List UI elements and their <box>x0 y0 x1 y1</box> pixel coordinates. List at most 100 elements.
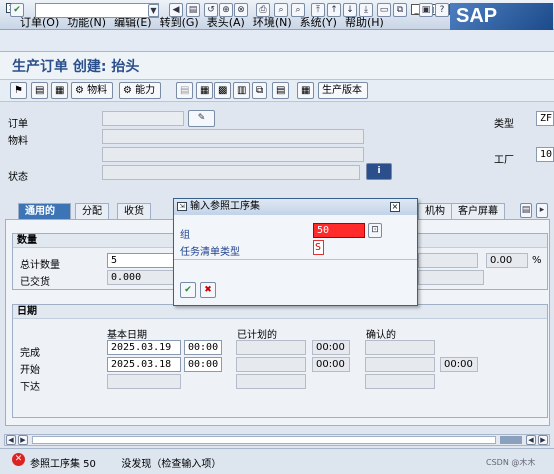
command-dropdown-icon[interactable]: ▼ <box>148 4 159 17</box>
shortcut-icon[interactable]: ⧉ <box>393 3 407 17</box>
print-icon[interactable]: ⎙ <box>256 3 270 17</box>
scroll-right-icon[interactable]: ▶ <box>538 435 548 445</box>
start-confirmed-date <box>365 357 435 372</box>
operations-icon-button[interactable]: ▤ <box>31 82 49 99</box>
capacity-label: 能力 <box>135 85 156 96</box>
tab-assignment[interactable]: 分配 <box>75 203 109 219</box>
save-icon[interactable]: ▤ <box>186 3 200 17</box>
tabs-more-icon[interactable]: ▤ <box>520 203 532 218</box>
release-confirmed-date <box>365 374 435 389</box>
layout-icon[interactable]: ▣ <box>419 3 433 17</box>
status-field <box>102 165 360 180</box>
material-button[interactable]: ⚙ 物料 <box>71 82 113 99</box>
info-icon[interactable]: i <box>366 163 392 180</box>
cancel-icon[interactable]: ⊗ <box>234 3 248 17</box>
next-page-icon[interactable]: ↓ <box>343 3 357 17</box>
group-field[interactable]: 50 <box>313 223 365 238</box>
help-icon[interactable]: ? <box>435 3 449 17</box>
delivered-label: 已交货 <box>20 277 50 288</box>
enter-icon[interactable]: ✔ <box>10 3 24 17</box>
material-icon: ⚙ <box>75 85 84 96</box>
check-icon-button[interactable]: ▥ <box>233 82 251 99</box>
history-back-icon[interactable]: ◀ <box>169 3 183 17</box>
total-quantity-label: 总计数量 <box>20 260 60 271</box>
delivered-field: 0.000 <box>107 270 174 285</box>
scroll-track-end <box>500 436 522 444</box>
type-field[interactable]: ZF <box>536 111 554 126</box>
type-label: 类型 <box>494 119 514 130</box>
back-icon[interactable]: ↺ <box>204 3 218 17</box>
percent-field: 0.00 <box>486 253 528 268</box>
group-search-help-icon[interactable]: ⊡ <box>368 223 382 238</box>
order-label: 订单 <box>8 119 28 130</box>
cost-icon-button[interactable]: ▩ <box>214 82 232 99</box>
cancel-icon[interactable]: ✖ <box>200 282 216 298</box>
start-planned-time: 00:00 <box>312 357 350 372</box>
release-label: 下达 <box>20 382 40 393</box>
watermark: CSDN @木木 <box>486 458 536 467</box>
start-date-field[interactable]: 2025.03.18 <box>107 357 181 372</box>
scroll-left-end-icon[interactable]: ◀ <box>526 435 536 445</box>
tab-org[interactable]: 机构 <box>418 203 452 219</box>
sap-logo: SAP <box>450 3 553 30</box>
first-page-icon[interactable]: ⤒ <box>311 3 325 17</box>
material-field[interactable] <box>102 129 364 144</box>
command-field[interactable] <box>35 3 159 18</box>
material-description-field <box>102 147 364 162</box>
dialog-menu-icon[interactable]: ⇲ <box>177 202 187 211</box>
scroll-right-small-icon[interactable]: ▶ <box>18 435 28 445</box>
new-session-icon[interactable]: ▭ <box>377 3 391 17</box>
finish-time-field[interactable]: 00:00 <box>184 340 222 355</box>
error-icon: ✕ <box>12 453 25 466</box>
copy-icon-button[interactable]: ⧉ <box>252 82 268 99</box>
standard-toolbar <box>0 30 554 52</box>
tab-goods-receipt[interactable]: 收货 <box>117 203 151 219</box>
release-planned-date <box>236 374 306 389</box>
find-icon[interactable]: ⌕ <box>274 3 288 17</box>
schedule-icon-button[interactable]: ▦ <box>196 82 214 99</box>
header-icon-button[interactable]: ⚑ <box>10 82 27 99</box>
material-label: 物料 <box>87 85 108 96</box>
components-icon-button[interactable]: ▦ <box>51 82 69 99</box>
order-field[interactable] <box>102 111 184 126</box>
dialog-divider <box>174 259 417 260</box>
start-confirmed-time: 00:00 <box>440 357 478 372</box>
delivered-unit-field <box>418 270 484 285</box>
last-page-icon[interactable]: ⤓ <box>359 3 373 17</box>
task-list-type-field[interactable]: S <box>313 240 324 255</box>
start-label: 开始 <box>20 365 40 376</box>
disabled-icon-button[interactable]: ▤ <box>176 82 194 99</box>
finish-planned-time: 00:00 <box>312 340 350 355</box>
material-field-label: 物料 <box>8 136 28 147</box>
tab-customer-screen[interactable]: 客户屏幕 <box>451 203 505 219</box>
prev-page-icon[interactable]: ↑ <box>327 3 341 17</box>
finish-date-field[interactable]: 2025.03.19 <box>107 340 181 355</box>
dates-title: 日期 <box>13 305 547 319</box>
tab-general[interactable]: 通用的 <box>18 203 71 219</box>
exit-icon[interactable]: ⊕ <box>219 3 233 17</box>
scroll-left-icon[interactable]: ◀ <box>6 435 16 445</box>
unit-field <box>418 253 478 268</box>
start-time-field[interactable]: 00:00 <box>184 357 222 372</box>
confirmed-date-header: 确认的 <box>366 330 396 341</box>
edit-icon[interactable]: ✎ <box>188 110 215 127</box>
start-planned-date <box>236 357 306 372</box>
capacity-button[interactable]: ⚙ 能力 <box>119 82 161 99</box>
scroll-thumb[interactable] <box>32 436 496 444</box>
confirm-icon[interactable]: ✔ <box>180 282 196 298</box>
plant-field[interactable]: 10 <box>536 147 554 162</box>
list-icon-button[interactable]: ▦ <box>297 82 315 99</box>
finish-planned-date <box>236 340 306 355</box>
find-next-icon[interactable]: ⌕ <box>291 3 305 17</box>
total-quantity-field[interactable]: 5 <box>107 253 174 268</box>
production-version-button[interactable]: 生产版本 <box>318 82 368 99</box>
tabs-scroll-icon[interactable]: ▸ <box>536 203 548 218</box>
finish-label: 完成 <box>20 348 40 359</box>
release-date-field <box>107 374 181 389</box>
docs-icon-button[interactable]: ▤ <box>272 82 290 99</box>
status-label: 状态 <box>8 172 28 183</box>
dialog-close-icon[interactable]: × <box>390 202 400 212</box>
page-title: 生产订单 创建: 抬头 <box>12 59 140 75</box>
status-message[interactable]: 参照工序集 50 没发现（检查输入项） <box>30 455 221 470</box>
reference-operation-set-dialog: 输入参照工序集 ⇲ × 组 50 ⊡ 任务清单类型 S ✔ ✖ <box>173 198 418 306</box>
